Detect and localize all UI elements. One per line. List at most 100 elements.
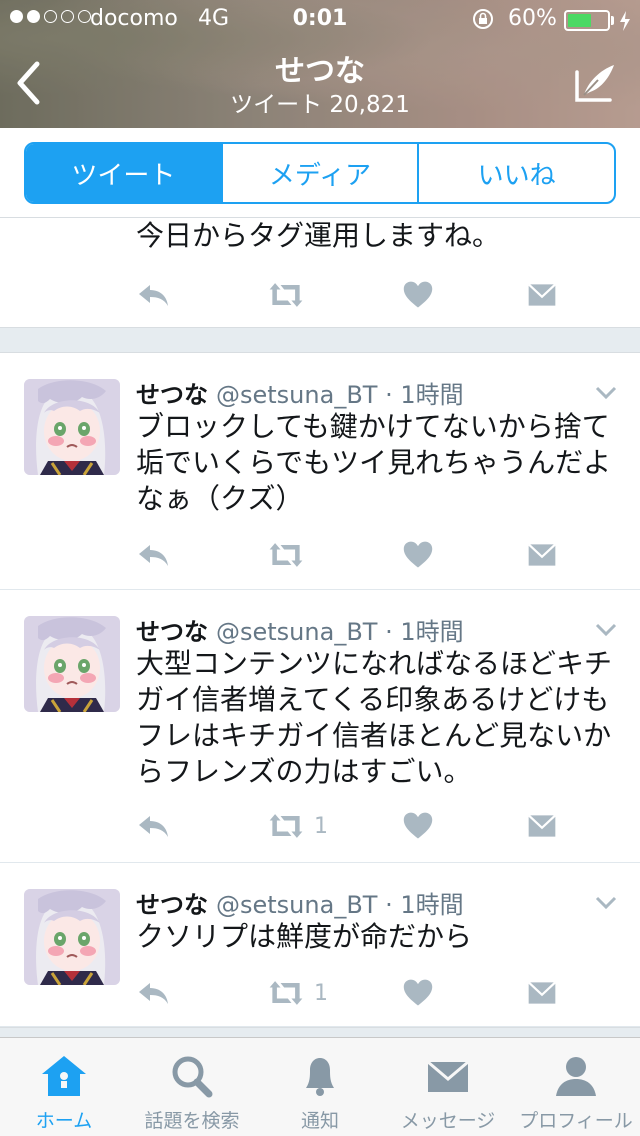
tab-notifications[interactable]: 通知 [256, 1038, 384, 1136]
like-button[interactable] [402, 277, 434, 313]
tweet-text-line: 大型コンテンツになればなるほどキチ [136, 647, 613, 680]
tweet-timeline[interactable]: 今日からタグ運用しますね。 せつな @setsuna_BT · 1時間 ブロックし… [0, 219, 640, 1037]
chevron-down-icon[interactable] [594, 895, 618, 911]
tweet-card[interactable]: せつな @setsuna_BT · 1時間 クソリプは鮮度が命だから 1 [0, 863, 640, 1027]
tweet-text-line: なぁ（クズ） [136, 482, 304, 515]
tab-messages[interactable]: メッセージ [384, 1038, 512, 1136]
tweet-header: せつな @setsuna_BT · 1時間 [136, 885, 464, 920]
reply-button[interactable] [136, 277, 172, 313]
tweet-actions: 1 [136, 975, 616, 1011]
dm-button[interactable] [526, 277, 558, 313]
retweet-icon [266, 975, 306, 1011]
tweet-text: クソリプは鮮度が命だから [136, 919, 616, 955]
profile-tab-bar: ツイート メディア いいね [0, 128, 640, 218]
retweet-icon [266, 277, 306, 313]
tweet-text: ブロックしても鍵かけてないから捨て 垢でいくらでもツイ見れちゃうんだよ なぁ（ク… [136, 409, 616, 517]
reply-icon [136, 537, 172, 573]
mail-icon [427, 1060, 469, 1092]
charging-icon [620, 11, 630, 31]
status-bar: docomo 4G 0:01 60% [0, 0, 640, 40]
compose-tweet-button[interactable] [572, 60, 620, 108]
reply-icon [136, 975, 172, 1011]
tweet-actions [136, 537, 616, 573]
profile-header: docomo 4G 0:01 60% せつな ツイート 20,821 [0, 0, 640, 128]
retweet-icon [266, 808, 306, 844]
battery-level [568, 14, 591, 27]
tab-profile[interactable]: プロフィール [512, 1038, 640, 1136]
like-button[interactable] [402, 975, 434, 1011]
envelope-icon [526, 537, 558, 573]
timeline-gap [0, 327, 640, 353]
tweet-author-name[interactable]: せつな [136, 891, 208, 919]
profile-name: せつな [275, 54, 365, 89]
retweet-button[interactable]: 1 [266, 808, 328, 844]
tweet-text-line: 垢でいくらでもツイ見れちゃうんだよ [136, 446, 612, 479]
tab-home[interactable]: ホーム [0, 1038, 128, 1136]
orientation-lock-icon [473, 9, 493, 29]
tweet-author-name[interactable]: せつな [136, 618, 208, 646]
tweet-actions [136, 277, 616, 313]
home-icon [42, 1056, 86, 1096]
tweet-handle-time: @setsuna_BT · 1時間 [216, 381, 464, 409]
tweet-card[interactable]: せつな @setsuna_BT · 1時間 ブロックしても鍵かけてないから捨て 垢… [0, 353, 640, 590]
tweet-text-line: ブロックしても鍵かけてないから捨て [136, 410, 610, 443]
dm-button[interactable] [526, 537, 558, 573]
envelope-icon [526, 808, 558, 844]
tweet-count: ツイート 20,821 [230, 92, 410, 118]
tab-search[interactable]: 話題を検索 [128, 1038, 256, 1136]
dm-button[interactable] [526, 808, 558, 844]
retweet-button[interactable] [266, 277, 306, 313]
tweet-text: 大型コンテンツになればなるほどキチ ガイ信者増えてくる印象あるけどけも フレはキ… [136, 646, 616, 790]
tweet-header: せつな @setsuna_BT · 1時間 [136, 612, 464, 647]
avatar[interactable] [24, 379, 120, 475]
reply-button[interactable] [136, 537, 172, 573]
tweet-text-line: ガイ信者増えてくる印象あるけどけも [136, 683, 610, 716]
heart-icon [402, 537, 434, 573]
tweet-actions: 1 [136, 808, 616, 844]
profile-icon [556, 1057, 596, 1096]
reply-icon [136, 277, 172, 313]
like-button[interactable] [402, 808, 434, 844]
reply-button[interactable] [136, 808, 172, 844]
tweet-card-partial[interactable]: 今日からタグ運用しますね。 [0, 219, 640, 327]
tweet-text-line: クソリプは鮮度が命だから [136, 920, 473, 953]
search-icon [172, 1056, 213, 1098]
retweet-button[interactable] [266, 537, 314, 573]
envelope-icon [526, 975, 558, 1011]
reply-button[interactable] [136, 975, 172, 1011]
tweet-handle-time: @setsuna_BT · 1時間 [216, 891, 464, 919]
tweet-handle-time: @setsuna_BT · 1時間 [216, 618, 464, 646]
retweet-count: 1 [314, 980, 328, 1006]
reply-icon [136, 808, 172, 844]
bell-icon [306, 1058, 334, 1096]
chevron-down-icon[interactable] [594, 385, 618, 401]
envelope-icon [526, 277, 558, 313]
retweet-count: 1 [314, 813, 328, 839]
like-button[interactable] [402, 537, 434, 573]
segmented-control: ツイート メディア いいね [24, 142, 616, 204]
tweet-header: せつな @setsuna_BT · 1時間 [136, 375, 464, 410]
tab-label: 話題を検索 [144, 1110, 240, 1132]
tab-tweets[interactable]: ツイート [26, 144, 221, 202]
heart-icon [402, 808, 434, 844]
tweet-text-line: らフレンズの力はすごい。 [136, 755, 472, 788]
heart-icon [402, 975, 434, 1011]
retweet-button[interactable]: 1 [266, 975, 328, 1011]
battery-icon [564, 10, 610, 31]
battery-percent: 60% [508, 6, 557, 31]
chevron-down-icon[interactable] [594, 622, 618, 638]
heart-icon [402, 277, 434, 313]
tab-media[interactable]: メディア [220, 144, 418, 202]
dm-button[interactable] [526, 975, 558, 1011]
retweet-icon [266, 537, 306, 573]
avatar[interactable] [24, 616, 120, 712]
timeline-gap [0, 1027, 640, 1037]
battery-tip [611, 16, 614, 25]
tweet-text: 今日からタグ運用しますね。 [136, 219, 501, 252]
tweet-card[interactable]: せつな @setsuna_BT · 1時間 大型コンテンツになればなるほどキチ ガ… [0, 590, 640, 863]
tweet-author-name[interactable]: せつな [136, 381, 208, 409]
avatar[interactable] [24, 889, 120, 985]
tweet-text-line: フレはキチガイ信者ほとんど見ないか [136, 719, 612, 752]
bottom-tab-bar: ホーム 話題を検索 通知 メッセージ プロフィール [0, 1037, 640, 1136]
tab-likes[interactable]: いいね [417, 144, 614, 202]
